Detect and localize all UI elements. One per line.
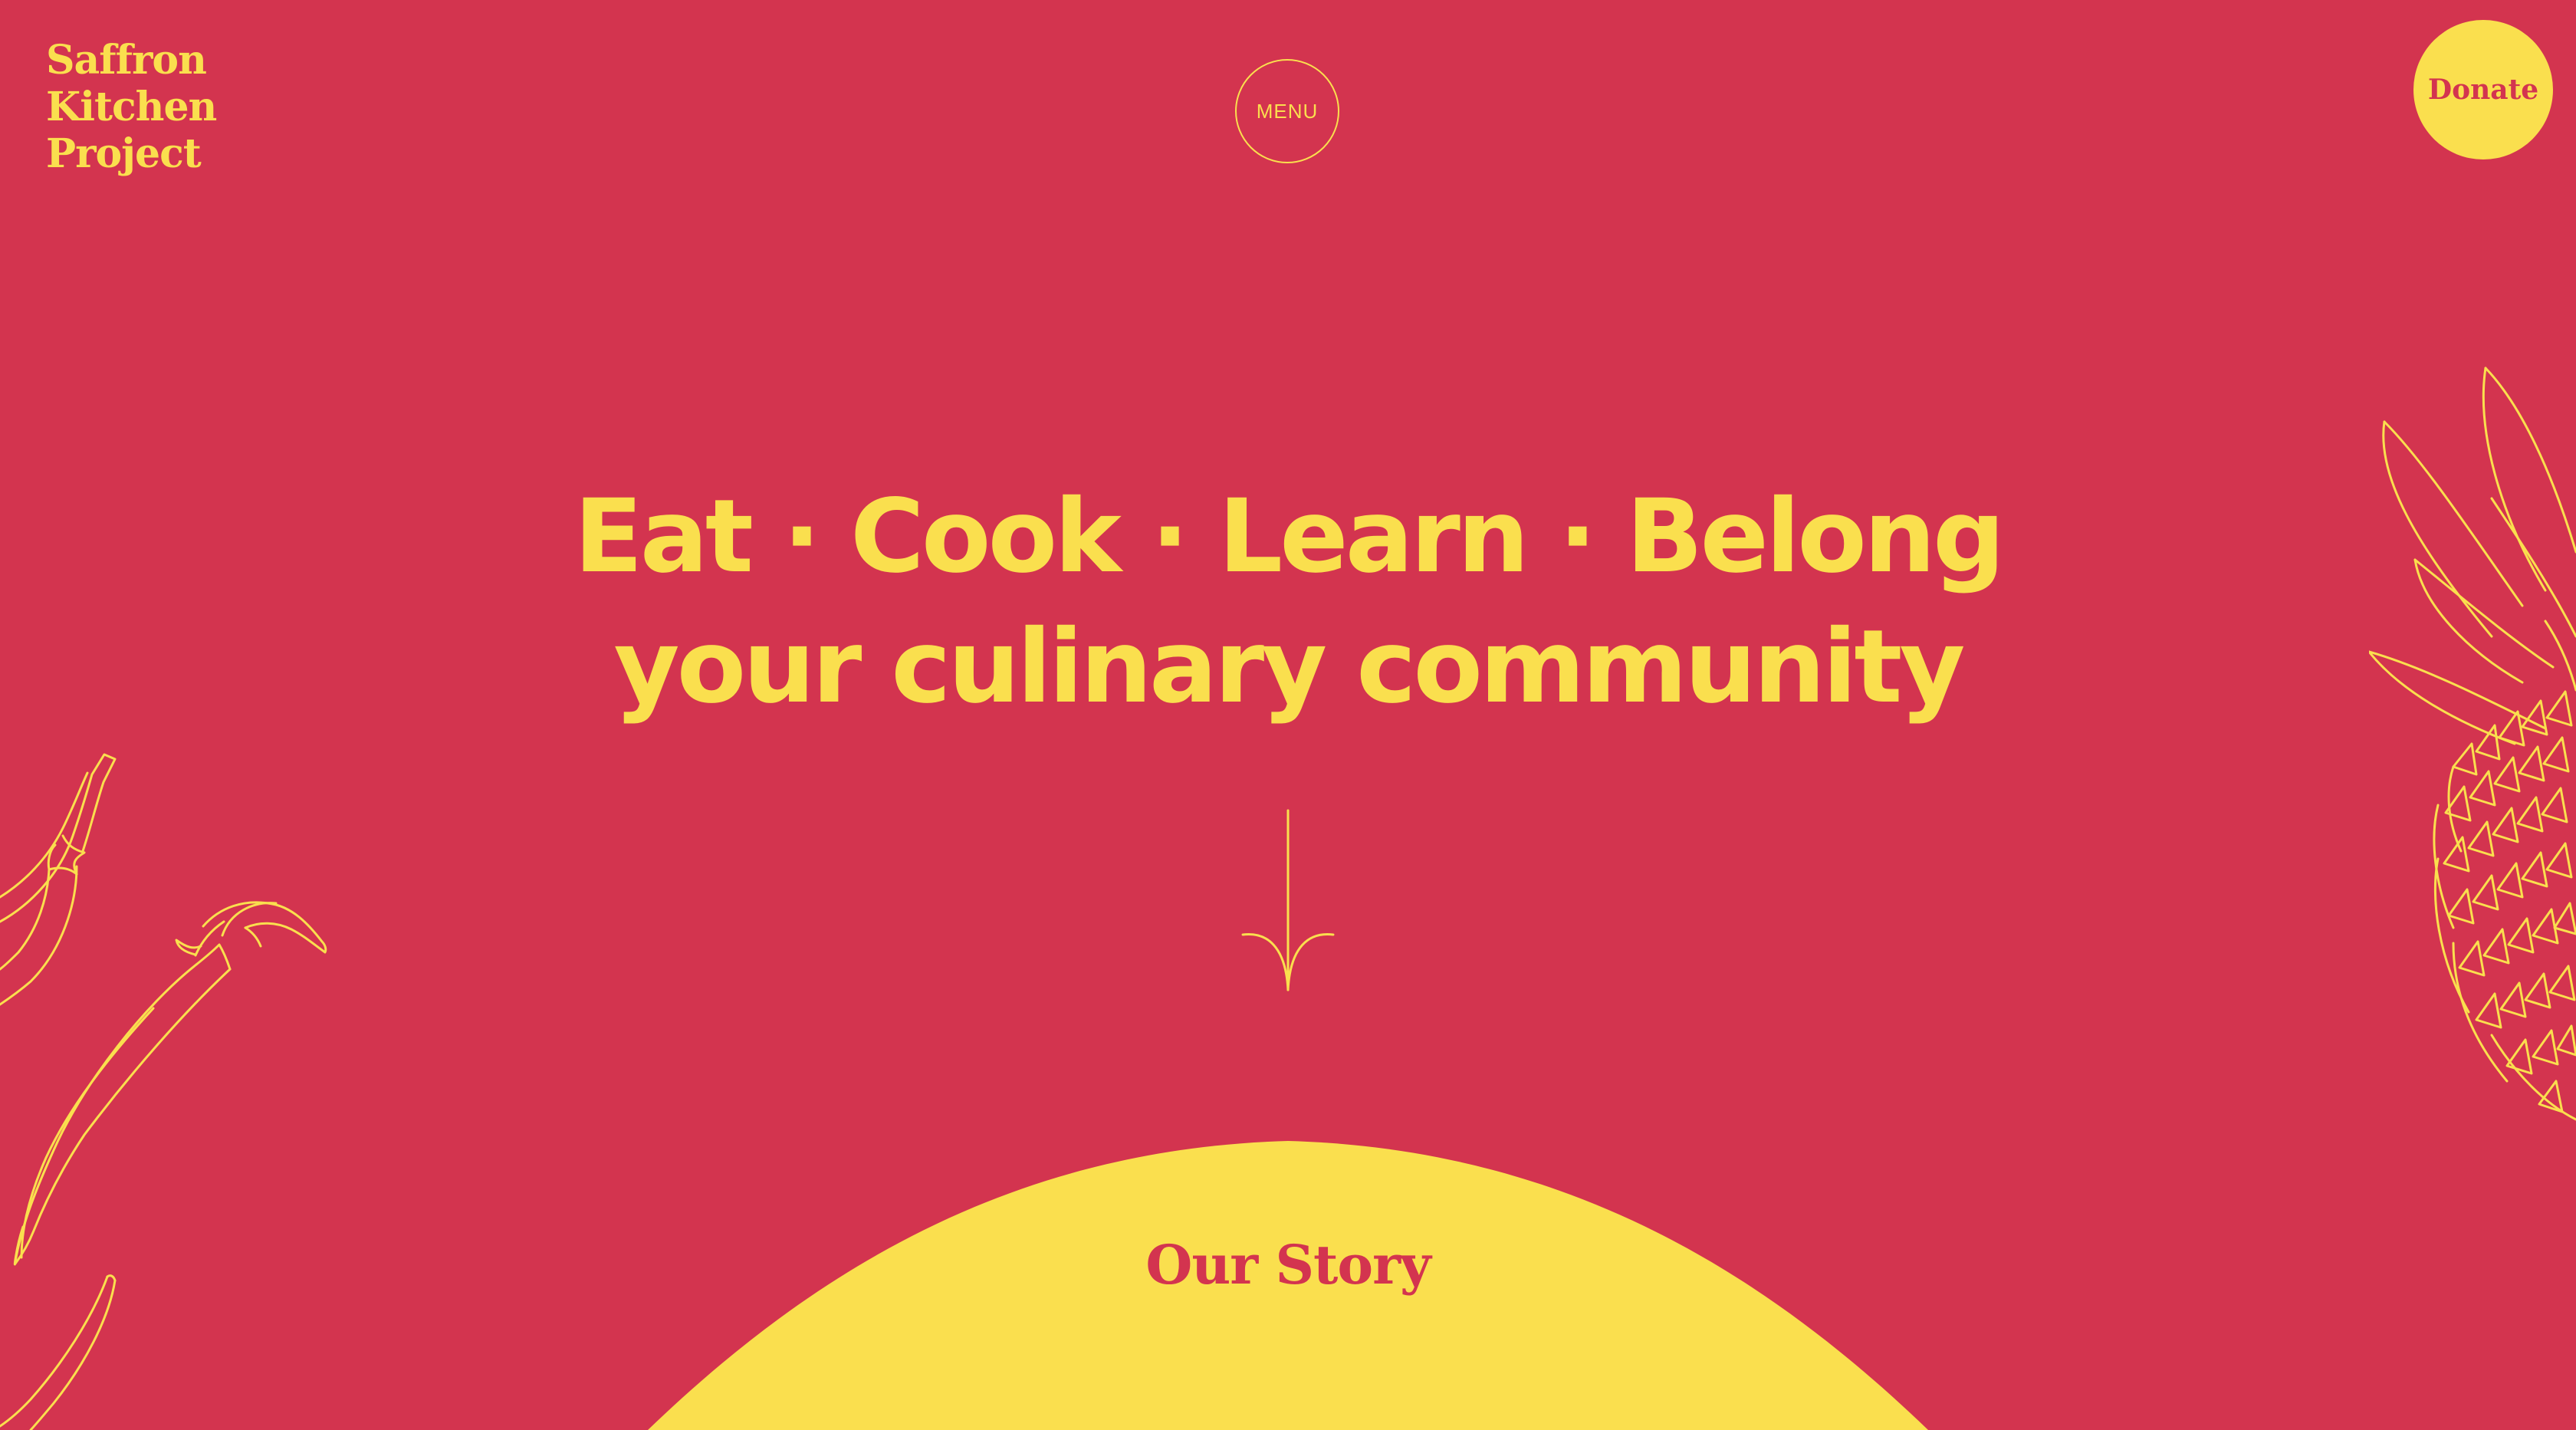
- donate-button[interactable]: Donate: [2413, 20, 2553, 159]
- logo-line-3: Project: [46, 130, 202, 177]
- hero-line-1: Eat · Cook · Learn · Belong: [573, 478, 2006, 596]
- hero-heading: Eat · Cook · Learn · Belong your culinar…: [0, 472, 2576, 732]
- our-story-link[interactable]: Our Story: [0, 1233, 2576, 1297]
- logo-line-1: Saffron: [46, 37, 207, 84]
- logo-line-2: Kitchen: [46, 84, 217, 130]
- hero-line-2: your culinary community: [613, 608, 1966, 726]
- arrow-down-icon[interactable]: [1241, 809, 1335, 993]
- menu-button[interactable]: MENU: [1235, 59, 1339, 163]
- site-logo[interactable]: Saffron Kitchen Project: [46, 37, 217, 177]
